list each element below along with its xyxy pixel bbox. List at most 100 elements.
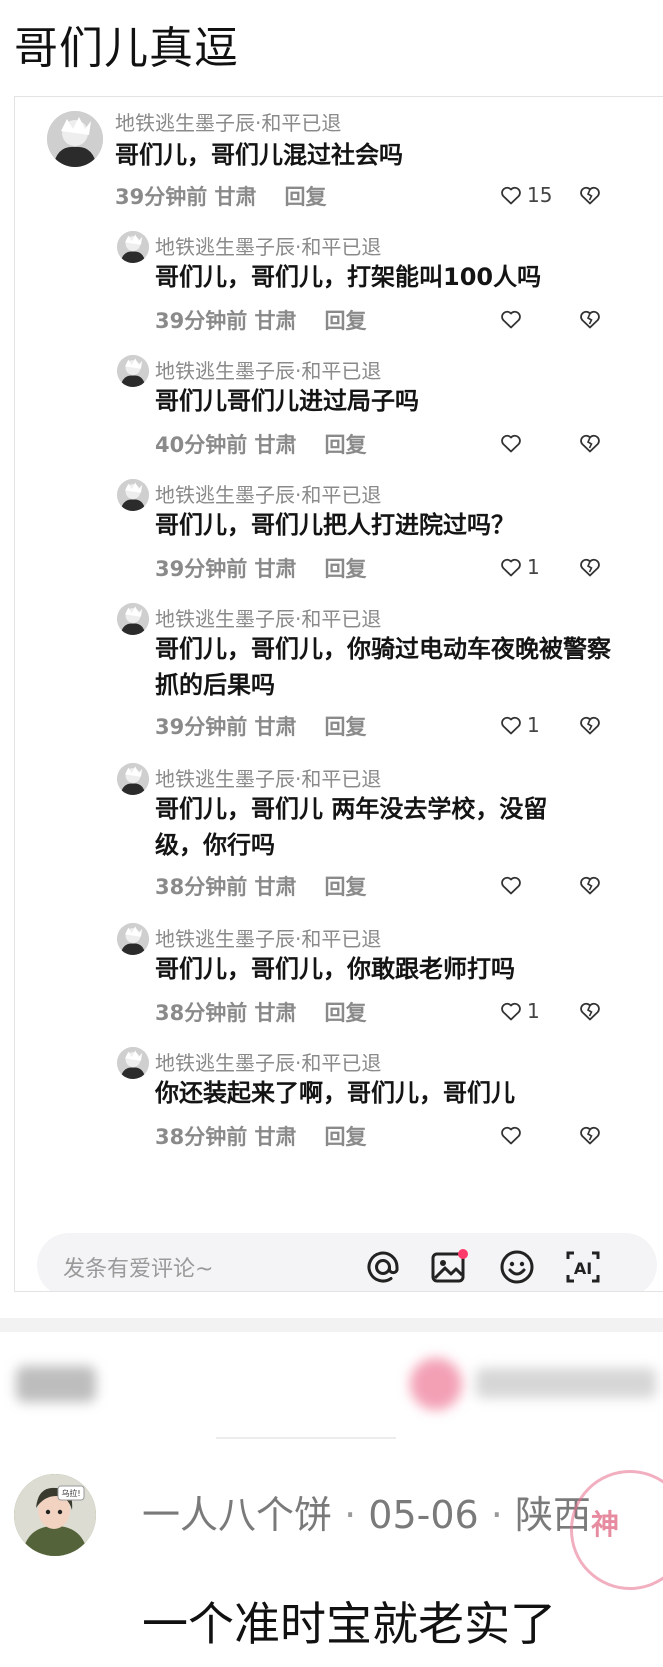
broken-heart-icon (580, 1126, 600, 1145)
dislike-button[interactable] (577, 307, 603, 335)
dislike-button[interactable] (577, 713, 603, 741)
avatar[interactable] (47, 111, 103, 167)
blurred-header (0, 1340, 663, 1430)
comment-header: 一人八个饼 · 05-06 · 陕西 (142, 1484, 591, 1539)
heart-icon (501, 876, 521, 895)
reply-button[interactable]: 回复 (325, 875, 367, 899)
reply-button[interactable]: 回复 (325, 1001, 367, 1025)
like-button[interactable]: 1 (499, 999, 540, 1023)
avatar[interactable]: 乌拉! (14, 1474, 96, 1556)
comment-username[interactable]: 地铁逃生墨子辰·和平已退 (155, 923, 381, 952)
blurred-text (476, 1368, 656, 1398)
comment-meta: 38分钟前 甘肃 回复 (155, 871, 367, 901)
reply-button[interactable]: 回复 (325, 1125, 367, 1149)
comment-username[interactable]: 地铁逃生墨子辰·和平已退 (155, 763, 381, 792)
comment-username[interactable]: 地铁逃生墨子辰·和平已退 (155, 1047, 381, 1076)
avatar[interactable] (117, 355, 149, 387)
broken-heart-icon (580, 434, 600, 453)
like-button[interactable] (499, 431, 527, 455)
comment-text: 哥们儿哥们儿进过局子吗 (155, 387, 419, 415)
comment-text: 哥们儿，哥们儿 两年没去学校，没留级，你行吗 (155, 795, 548, 859)
reply-button[interactable]: 回复 (325, 715, 367, 739)
heart-icon (501, 1126, 521, 1145)
like-button[interactable]: 1 (499, 555, 540, 579)
reply-button[interactable]: 回复 (285, 185, 327, 209)
comment-text: 哥们儿，哥们儿，你敢跟老师打吗 (155, 955, 515, 983)
avatar[interactable] (117, 763, 149, 795)
blurred-label (16, 1366, 96, 1402)
reply-item: 地铁逃生墨子辰·和平已退 哥们儿，哥们儿 两年没去学校，没留级，你行吗 38分钟… (15, 753, 663, 913)
reply-button[interactable]: 回复 (325, 433, 367, 457)
image-icon[interactable] (429, 1247, 469, 1287)
comment-time-location: 38分钟前 甘肃 (155, 1125, 297, 1149)
like-button[interactable] (499, 307, 527, 331)
reply-button[interactable]: 回复 (325, 557, 367, 581)
comment-meta: 38分钟前 甘肃 回复 (155, 997, 367, 1027)
like-count: 1 (527, 999, 540, 1023)
like-count: 1 (527, 555, 540, 579)
comment-meta: 39分钟前 甘肃 回复 (155, 711, 367, 741)
reply-item: 地铁逃生墨子辰·和平已退 哥们儿哥们儿进过局子吗 40分钟前 甘肃 回复 (15, 345, 663, 469)
comment-meta: 39分钟前 甘肃 回复 (115, 181, 327, 211)
dislike-button[interactable] (577, 555, 603, 583)
comment-username[interactable]: 地铁逃生墨子辰·和平已退 (115, 107, 341, 136)
avatar[interactable] (117, 923, 149, 955)
dislike-button[interactable] (577, 873, 603, 901)
avatar[interactable] (117, 479, 149, 511)
heart-icon (501, 434, 521, 453)
dislike-button[interactable] (577, 183, 603, 211)
reply-button[interactable]: 回复 (325, 309, 367, 333)
comment-meta: 39分钟前 甘肃 回复 (155, 553, 367, 583)
broken-heart-icon (580, 310, 600, 329)
comment-time-location: 40分钟前 甘肃 (155, 433, 297, 457)
dislike-button[interactable] (577, 999, 603, 1027)
like-button[interactable]: 15 (499, 183, 552, 207)
comment-time-location: 39分钟前 甘肃 (115, 185, 257, 209)
comment-username[interactable]: 地铁逃生墨子辰·和平已退 (155, 231, 381, 260)
broken-heart-icon (580, 876, 600, 895)
comment-time-location: 38分钟前 甘肃 (155, 1001, 297, 1025)
comment-username[interactable]: 地铁逃生墨子辰·和平已退 (155, 603, 381, 632)
like-count: 15 (527, 183, 553, 207)
separator-dot: · (344, 1493, 369, 1537)
comment-item: 地铁逃生墨子辰·和平已退 哥们儿，哥们儿混过社会吗 39分钟前 甘肃 回复 15 (15, 97, 663, 221)
heart-icon (501, 310, 521, 329)
heart-icon (501, 716, 521, 735)
reply-item: 地铁逃生墨子辰·和平已退 哥们儿，哥们儿，你敢跟老师打吗 38分钟前 甘肃 回复 … (15, 913, 663, 1037)
like-button[interactable]: 1 (499, 713, 540, 737)
dislike-button[interactable] (577, 431, 603, 459)
broken-heart-icon (580, 558, 600, 577)
heart-icon (501, 186, 521, 205)
heart-icon (501, 1002, 521, 1021)
comment-text: 哥们儿，哥们儿把人打进院过吗？ (155, 511, 515, 539)
comment-time-location: 39分钟前 甘肃 (155, 715, 297, 739)
avatar[interactable] (117, 603, 149, 635)
broken-heart-icon (580, 716, 600, 735)
comment-username[interactable]: 地铁逃生墨子辰·和平已退 (155, 355, 381, 384)
like-button[interactable] (499, 1123, 527, 1147)
avatar-caption: 乌拉! (61, 1488, 80, 1498)
like-button[interactable] (499, 873, 527, 897)
page-title: 哥们儿真逗 (14, 23, 239, 74)
comment-input[interactable]: 发条有爱评论~ (63, 1251, 213, 1283)
comment-screenshot: 地铁逃生墨子辰·和平已退 哥们儿，哥们儿混过社会吗 39分钟前 甘肃 回复 15 … (14, 96, 663, 1292)
comment-username[interactable]: 地铁逃生墨子辰·和平已退 (155, 479, 381, 508)
comment-text: 哥们儿，哥们儿，你骑过电动车夜晚被警察抓的后果吗 (155, 635, 611, 699)
reply-item: 地铁逃生墨子辰·和平已退 哥们儿，哥们儿，你骑过电动车夜晚被警察抓的后果吗 39… (15, 593, 663, 753)
comment-text: 哥们儿，哥们儿混过社会吗 (115, 141, 403, 169)
emoji-icon[interactable] (497, 1247, 537, 1287)
comment-time-location: 39分钟前 甘肃 (155, 557, 297, 581)
ai-icon[interactable]: AI (563, 1247, 603, 1287)
comment-text: 哥们儿，哥们儿，打架能叫100人吗 (155, 263, 542, 291)
ai-label: AI (574, 1259, 592, 1278)
comment-text: 一个准时宝就老实了 (142, 1597, 556, 1651)
comment-text: 你还装起来了啊，哥们儿，哥们儿 (155, 1079, 515, 1107)
comment-time-location: 38分钟前 甘肃 (155, 875, 297, 899)
dislike-button[interactable] (577, 1123, 603, 1151)
comment-input-bar[interactable]: 发条有爱评论~ AI (37, 1233, 657, 1291)
comment-username[interactable]: 一人八个饼 (142, 1493, 332, 1537)
comment-time-location: 39分钟前 甘肃 (155, 309, 297, 333)
at-icon[interactable] (363, 1247, 403, 1287)
avatar[interactable] (117, 231, 149, 263)
avatar[interactable] (117, 1047, 149, 1079)
